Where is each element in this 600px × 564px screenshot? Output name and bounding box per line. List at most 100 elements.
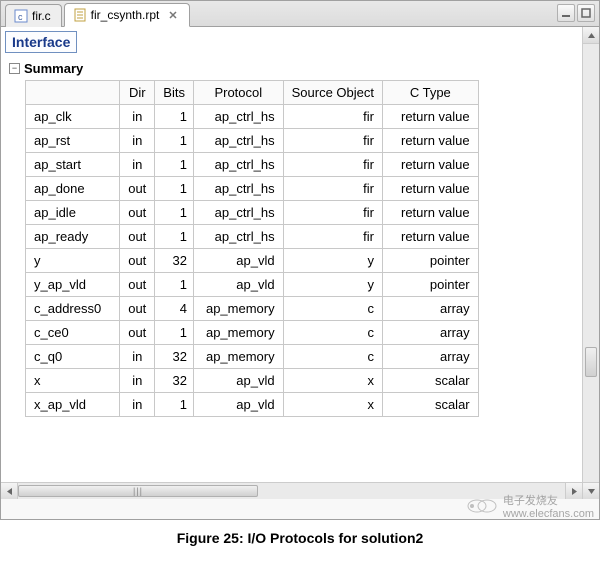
vertical-scrollbar[interactable] xyxy=(582,27,599,499)
cell-c-type: array xyxy=(382,297,478,321)
cell-name: ap_rst xyxy=(26,129,120,153)
cell-c-type: array xyxy=(382,345,478,369)
cell-protocol: ap_ctrl_hs xyxy=(193,225,283,249)
tree-collapse-icon[interactable]: − xyxy=(9,63,20,74)
col-dir: Dir xyxy=(120,81,155,105)
cell-bits: 1 xyxy=(155,273,194,297)
cell-dir: in xyxy=(120,369,155,393)
cell-name: c_address0 xyxy=(26,297,120,321)
cell-bits: 4 xyxy=(155,297,194,321)
table-row: ap_clkin1ap_ctrl_hsfirreturn value xyxy=(26,105,479,129)
cell-bits: 1 xyxy=(155,201,194,225)
table-row: ap_rstin1ap_ctrl_hsfirreturn value xyxy=(26,129,479,153)
cell-dir: out xyxy=(120,249,155,273)
minimize-view-button[interactable] xyxy=(557,4,575,22)
cell-protocol: ap_memory xyxy=(193,297,283,321)
cell-bits: 32 xyxy=(155,369,194,393)
cell-c-type: return value xyxy=(382,153,478,177)
cell-name: ap_ready xyxy=(26,225,120,249)
cell-name: ap_idle xyxy=(26,201,120,225)
table-row: ap_startin1ap_ctrl_hsfirreturn value xyxy=(26,153,479,177)
cell-source-object: fir xyxy=(283,105,382,129)
table-header-row: Dir Bits Protocol Source Object C Type xyxy=(26,81,479,105)
cell-protocol: ap_memory xyxy=(193,345,283,369)
watermark-text: 电子发烧友 www.elecfans.com xyxy=(503,492,594,520)
cell-source-object: y xyxy=(283,249,382,273)
cell-dir: in xyxy=(120,129,155,153)
cell-protocol: ap_memory xyxy=(193,321,283,345)
tab-label: fir.c xyxy=(32,9,51,23)
cell-source-object: c xyxy=(283,297,382,321)
cell-source-object: x xyxy=(283,393,382,417)
cell-dir: out xyxy=(120,297,155,321)
cell-dir: out xyxy=(120,177,155,201)
grip-icon: ||| xyxy=(133,486,143,496)
summary-row: − Summary xyxy=(5,59,599,78)
scroll-left-icon[interactable] xyxy=(1,483,18,499)
scroll-thumb[interactable]: ||| xyxy=(18,485,258,497)
cell-source-object: fir xyxy=(283,225,382,249)
cell-name: ap_done xyxy=(26,177,120,201)
cell-bits: 32 xyxy=(155,345,194,369)
scroll-up-icon[interactable] xyxy=(583,27,599,44)
cell-protocol: ap_ctrl_hs xyxy=(193,129,283,153)
col-src: Source Object xyxy=(283,81,382,105)
tab-fir-csynth-rpt[interactable]: fir_csynth.rpt xyxy=(64,3,191,27)
cell-bits: 1 xyxy=(155,153,194,177)
cell-protocol: ap_ctrl_hs xyxy=(193,105,283,129)
col-name xyxy=(26,81,120,105)
table-row: ap_doneout1ap_ctrl_hsfirreturn value xyxy=(26,177,479,201)
cell-source-object: fir xyxy=(283,177,382,201)
cell-protocol: ap_vld xyxy=(193,249,283,273)
col-ctype: C Type xyxy=(382,81,478,105)
tab-fir-c[interactable]: c fir.c xyxy=(5,4,62,27)
cell-c-type: return value xyxy=(382,105,478,129)
cell-dir: in xyxy=(120,393,155,417)
cell-bits: 1 xyxy=(155,129,194,153)
table-row: xin32ap_vldxscalar xyxy=(26,369,479,393)
table-row: y_ap_vldout1ap_vldypointer xyxy=(26,273,479,297)
cell-bits: 1 xyxy=(155,393,194,417)
scroll-thumb[interactable] xyxy=(585,347,597,377)
cell-bits: 1 xyxy=(155,177,194,201)
cell-name: y xyxy=(26,249,120,273)
report-content: Interface − Summary Dir Bits Protocol So… xyxy=(1,27,599,499)
figure-caption: Figure 25: I/O Protocols for solution2 xyxy=(0,530,600,546)
cell-name: x_ap_vld xyxy=(26,393,120,417)
cell-protocol: ap_vld xyxy=(193,393,283,417)
cell-c-type: return value xyxy=(382,177,478,201)
cell-protocol: ap_ctrl_hs xyxy=(193,177,283,201)
cell-name: ap_start xyxy=(26,153,120,177)
watermark: 电子发烧友 www.elecfans.com xyxy=(467,492,594,520)
svg-text:c: c xyxy=(18,12,23,22)
cell-dir: out xyxy=(120,273,155,297)
cell-source-object: c xyxy=(283,345,382,369)
cell-c-type: scalar xyxy=(382,393,478,417)
maximize-view-button[interactable] xyxy=(577,4,595,22)
interface-table: Dir Bits Protocol Source Object C Type a… xyxy=(25,80,479,417)
cell-name: y_ap_vld xyxy=(26,273,120,297)
cell-name: x xyxy=(26,369,120,393)
cell-dir: in xyxy=(120,105,155,129)
table-row: ap_idleout1ap_ctrl_hsfirreturn value xyxy=(26,201,479,225)
cell-dir: in xyxy=(120,345,155,369)
table-row: x_ap_vldin1ap_vldxscalar xyxy=(26,393,479,417)
table-row: c_ce0out1ap_memorycarray xyxy=(26,321,479,345)
cell-protocol: ap_vld xyxy=(193,369,283,393)
cell-name: ap_clk xyxy=(26,105,120,129)
close-icon[interactable] xyxy=(167,9,179,21)
cell-c-type: array xyxy=(382,321,478,345)
report-file-icon xyxy=(73,8,87,22)
cell-dir: in xyxy=(120,153,155,177)
summary-label: Summary xyxy=(24,61,83,76)
cell-bits: 1 xyxy=(155,225,194,249)
tab-bar: c fir.c fir_csynth.rpt xyxy=(1,1,599,27)
cell-source-object: c xyxy=(283,321,382,345)
cell-c-type: return value xyxy=(382,225,478,249)
cell-c-type: return value xyxy=(382,201,478,225)
cell-name: c_ce0 xyxy=(26,321,120,345)
cell-bits: 1 xyxy=(155,105,194,129)
cell-dir: out xyxy=(120,225,155,249)
c-file-icon: c xyxy=(14,9,28,23)
cell-protocol: ap_ctrl_hs xyxy=(193,201,283,225)
